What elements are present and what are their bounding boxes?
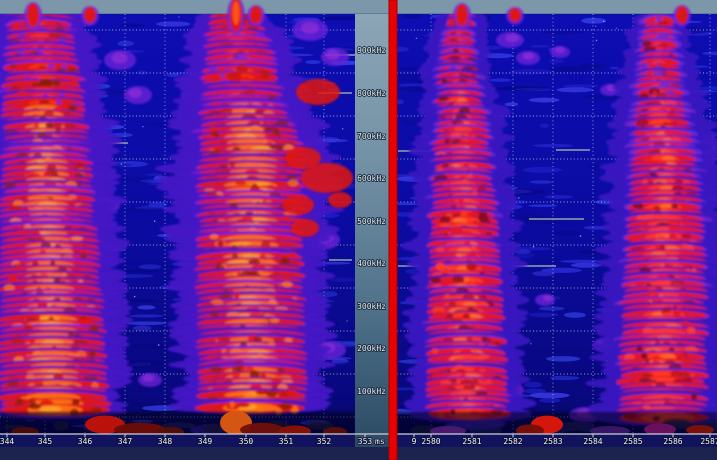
left-time-tick-label: 347 (118, 437, 133, 446)
right-time-tick-label: 2587 (700, 437, 717, 446)
signal-patch (328, 192, 352, 208)
right-time-tick-label: 2582 (503, 437, 522, 446)
right-time-tick-label: 9 (412, 437, 417, 446)
left-time-tick-label: 348 (158, 437, 173, 446)
freq-axis-label: 400kHz (357, 259, 386, 268)
bottom-border-band (0, 447, 717, 460)
freq-axis-label: 100kHz (357, 387, 386, 396)
spectrogram-canvas: 900kHz 800kHz 700kHz 600kHz 500kHz 400kHz 300k… (0, 0, 717, 460)
left-time-tick-label: 349 (198, 437, 213, 446)
signal-patch (291, 219, 319, 237)
weak-signal-patch (555, 47, 565, 54)
left-time-tick-label: 350 (239, 437, 254, 446)
signal-patch (285, 147, 321, 169)
freq-axis-label: 500kHz (357, 217, 386, 226)
signal-patch (296, 79, 340, 105)
time-axis-unit-label: ms (375, 437, 385, 446)
left-axis-label-row (0, 434, 355, 447)
weak-signal-patch (142, 374, 154, 382)
freq-axis-label: 600kHz (357, 174, 386, 183)
freq-axis-label: 300kHz (357, 302, 386, 311)
right-time-tick-label: 2583 (543, 437, 562, 446)
right-time-tick-label: 2581 (462, 437, 481, 446)
weak-signal-patch (523, 52, 535, 60)
right-time-tick-label: 2585 (623, 437, 642, 446)
red-divider-line[interactable] (389, 0, 397, 460)
freq-axis-label: 900kHz (357, 46, 386, 55)
freq-axis-label: 200kHz (357, 344, 386, 353)
right-time-tick-label: 2586 (663, 437, 682, 446)
signal-patch (282, 195, 314, 215)
freq-axis-label: 700kHz (357, 132, 386, 141)
left-spectrogram-panel (0, 0, 373, 437)
right-time-tick-label: 2584 (583, 437, 602, 446)
weak-signal-patch (505, 34, 519, 43)
right-time-tick-label: 2580 (421, 437, 440, 446)
weak-signal-patch (128, 88, 142, 98)
left-time-tick-label: 345 (38, 437, 53, 446)
weak-signal-patch (326, 50, 340, 60)
left-time-tick-label: 344 (0, 437, 14, 446)
top-border-bar (0, 0, 717, 13)
weak-signal-patch (301, 22, 319, 34)
weak-signal-patch (112, 53, 128, 64)
left-time-tick-label: 352 (317, 437, 332, 446)
spectrogram-comparison-view: 900kHz 800kHz 700kHz 600kHz 500kHz 400kHz 300k… (0, 0, 717, 460)
left-time-tick-label: 353 (358, 437, 373, 446)
freq-axis-label: 800kHz (357, 89, 386, 98)
right-spectrogram-panel (380, 10, 717, 436)
left-time-tick-label: 346 (78, 437, 93, 446)
weak-signal-patch (543, 295, 553, 302)
left-time-tick-label: 351 (279, 437, 294, 446)
